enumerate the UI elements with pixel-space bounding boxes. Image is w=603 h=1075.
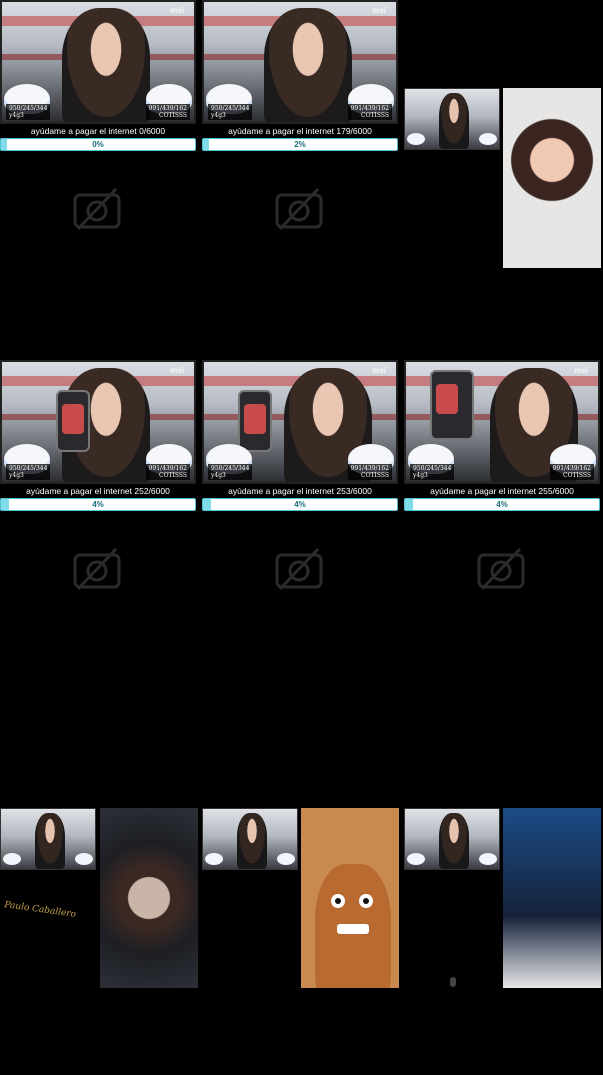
video-frame: msi 950/245/344 y4g3 991/439/162 COTISSS (202, 0, 398, 124)
overlay-tag-left: 950/245/344 y4g3 (208, 464, 253, 480)
host-video (264, 8, 352, 122)
overlay-tag-right: 991/439/162 COTISSS (347, 104, 392, 120)
overlay-tag-right: 991/439/162 COTISSS (145, 464, 190, 480)
stream-tile-1[interactable]: msi 950/245/344 y4g3 991/439/162 COTISSS… (0, 0, 196, 152)
camera-off-icon (72, 546, 122, 592)
camera-off-icon (476, 546, 526, 592)
stream-tile-2[interactable]: msi 950/245/344 y4g3 991/439/162 COTISSS… (202, 0, 398, 152)
brand-logo: msi (574, 366, 588, 375)
goal-text: ayúdame a pagar el internet 179/6000 (202, 124, 398, 138)
brand-logo: msi (372, 6, 386, 15)
camera-off-icon (72, 186, 122, 232)
video-frame: msi 950/245/344 y4g3 991/439/162 COTISSS (404, 360, 600, 484)
brand-logo: msi (170, 366, 184, 375)
video-frame: msi 950/245/344 y4g3 991/439/162 COTISSS (0, 0, 196, 124)
goal-text: ayúdame a pagar el internet 0/6000 (0, 124, 196, 138)
goal-progress-bar: 0% (0, 138, 196, 151)
host-mini-preview[interactable] (404, 88, 500, 150)
camera-off-icon (274, 186, 324, 232)
progress-percent: 4% (92, 500, 104, 509)
signature-overlay: Paulo Caballero (3, 900, 77, 920)
host-mini-preview[interactable] (202, 808, 298, 870)
stream-tile-5[interactable]: msi 950/245/344 y4g3 991/439/162 COTISSS… (404, 360, 600, 512)
overlay-tag-left: 950/245/344 y4g3 (208, 104, 253, 120)
progress-percent: 2% (294, 140, 306, 149)
microphone-icon (450, 977, 456, 987)
guest-video-4[interactable] (503, 808, 601, 988)
camera-off-icon (274, 546, 324, 592)
phone-in-hand (238, 390, 272, 452)
goal-text: ayúdame a pagar el internet 253/6000 (202, 484, 398, 498)
goal-text: ayúdame a pagar el internet 252/6000 (0, 484, 196, 498)
progress-percent: 4% (294, 500, 306, 509)
video-frame: msi 950/245/344 y4g3 991/439/162 COTISSS (0, 360, 196, 484)
stream-tile-4[interactable]: msi 950/245/344 y4g3 991/439/162 COTISSS… (202, 360, 398, 512)
overlay-tag-right: 991/439/162 COTISSS (145, 104, 190, 120)
progress-percent: 0% (92, 140, 104, 149)
video-frame: msi 950/245/344 y4g3 991/439/162 COTISSS (202, 360, 398, 484)
goal-progress-bar: 2% (202, 138, 398, 151)
guest-video-1[interactable] (503, 88, 601, 268)
multi-guest-live-grid: msi 950/245/344 y4g3 991/439/162 COTISSS… (0, 0, 603, 1075)
goal-progress-bar: 4% (202, 498, 398, 511)
phone-in-hand (430, 370, 474, 440)
overlay-tag-left: 950/245/344 y4g3 (410, 464, 455, 480)
stream-tile-3[interactable]: msi 950/245/344 y4g3 991/439/162 COTISSS… (0, 360, 196, 512)
guest-video-2[interactable] (100, 808, 198, 988)
host-mini-preview[interactable] (0, 808, 96, 870)
brand-logo: msi (372, 366, 386, 375)
goal-progress-bar: 4% (0, 498, 196, 511)
gingerbread-filter (315, 864, 391, 988)
phone-in-hand (56, 390, 90, 452)
goal-text: ayúdame a pagar el internet 255/6000 (404, 484, 600, 498)
goal-progress-bar: 4% (404, 498, 600, 511)
overlay-tag-left: 950/245/344 y4g3 (6, 104, 51, 120)
overlay-tag-right: 991/439/162 COTISSS (549, 464, 594, 480)
progress-percent: 4% (496, 500, 508, 509)
overlay-tag-right: 991/439/162 COTISSS (347, 464, 392, 480)
guest-video-3[interactable] (301, 808, 399, 988)
host-mini-preview[interactable] (404, 808, 500, 870)
overlay-tag-left: 950/245/344 y4g3 (6, 464, 51, 480)
brand-logo: msi (170, 6, 184, 15)
host-video (62, 8, 150, 122)
